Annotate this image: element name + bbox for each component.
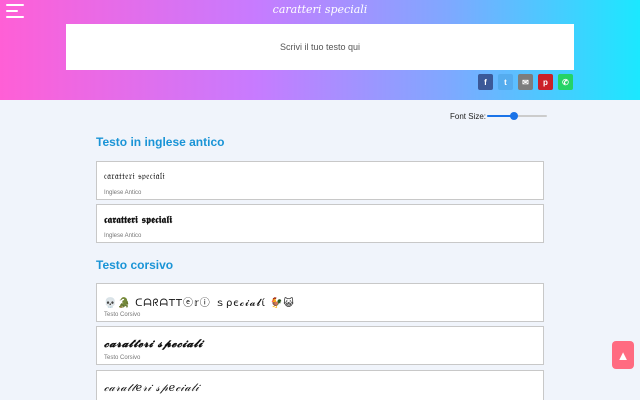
pinterest-share-button[interactable]: p — [538, 74, 553, 90]
header-banner: caratteri speciali f t ✉ p ✆ — [0, 0, 640, 100]
email-icon: ✉ — [522, 77, 529, 87]
twitter-share-button[interactable]: t — [498, 74, 513, 90]
email-share-button[interactable]: ✉ — [518, 74, 533, 90]
styled-text: 💀🐊 ᑕᗩᖇᗩTTⓔ𝕣ⓘ ｓρє𝓬𝓲𝓪𝓵ί 🐓😺 — [104, 298, 295, 309]
style-card[interactable]: 𝒸𝒶𝓇𝒶𝓉𝓉𝑒𝓇𝒾 𝓈𝓅𝑒𝒸𝒾𝒶𝓁𝒾 — [96, 370, 544, 400]
whatsapp-icon: ✆ — [562, 77, 569, 87]
styled-text: 𝓬𝓪𝓻𝓪𝓽𝓽𝓮𝓻𝓲 𝓼𝓹𝓮𝓬𝓲𝓪𝓵𝓲 — [104, 337, 203, 350]
style-card[interactable]: 𝓬𝓪𝓻𝓪𝓽𝓽𝓮𝓻𝓲 𝓼𝓹𝓮𝓬𝓲𝓪𝓵𝓲 Testo Corsivo — [96, 326, 544, 365]
style-label: Testo Corsivo — [104, 312, 141, 318]
arrow-up-icon: ▲ — [616, 347, 630, 363]
style-label: Testo Corsivo — [104, 355, 141, 361]
style-label: Inglese Antico — [104, 190, 142, 196]
style-card[interactable]: 𝔠𝔞𝔯𝔞𝔱𝔱𝔢𝔯𝔦 𝔰𝔭𝔢𝔠𝔦𝔞𝔩𝔦 Inglese Antico — [96, 161, 544, 200]
styled-text: 𝖈𝖆𝖗𝖆𝖙𝖙𝖊𝖗𝖎 𝖘𝖕𝖊𝖈𝖎𝖆𝖑𝖎 — [104, 215, 173, 226]
style-card[interactable]: 💀🐊 ᑕᗩᖇᗩTTⓔ𝕣ⓘ ｓρє𝓬𝓲𝓪𝓵ί 🐓😺 Testo Corsivo — [96, 283, 544, 322]
pinterest-icon: p — [543, 77, 548, 87]
facebook-icon: f — [484, 77, 487, 87]
styled-text: 𝔠𝔞𝔯𝔞𝔱𝔱𝔢𝔯𝔦 𝔰𝔭𝔢𝔠𝔦𝔞𝔩𝔦 — [104, 172, 166, 182]
font-size-label: Font Size: — [450, 111, 487, 121]
slider-thumb[interactable] — [510, 112, 519, 120]
style-label: Inglese Antico — [104, 233, 142, 239]
font-size-slider[interactable] — [487, 111, 548, 121]
section-title-cursive: Testo corsivo — [96, 258, 174, 272]
styled-text: 𝒸𝒶𝓇𝒶𝓉𝓉𝑒𝓇𝒾 𝓈𝓅𝑒𝒸𝒾𝒶𝓁𝒾 — [104, 381, 200, 394]
text-input[interactable] — [66, 24, 574, 70]
section-title-old-english: Testo in inglese antico — [96, 135, 225, 149]
site-title: caratteri speciali — [272, 3, 368, 16]
facebook-share-button[interactable]: f — [478, 74, 493, 90]
whatsapp-share-button[interactable]: ✆ — [558, 74, 573, 90]
style-card[interactable]: 𝖈𝖆𝖗𝖆𝖙𝖙𝖊𝖗𝖎 𝖘𝖕𝖊𝖈𝖎𝖆𝖑𝖎 Inglese Antico — [96, 204, 544, 243]
twitter-icon: t — [504, 77, 507, 87]
scroll-to-top-button[interactable]: ▲ — [612, 341, 634, 369]
font-size-control: Font Size: — [450, 111, 548, 121]
